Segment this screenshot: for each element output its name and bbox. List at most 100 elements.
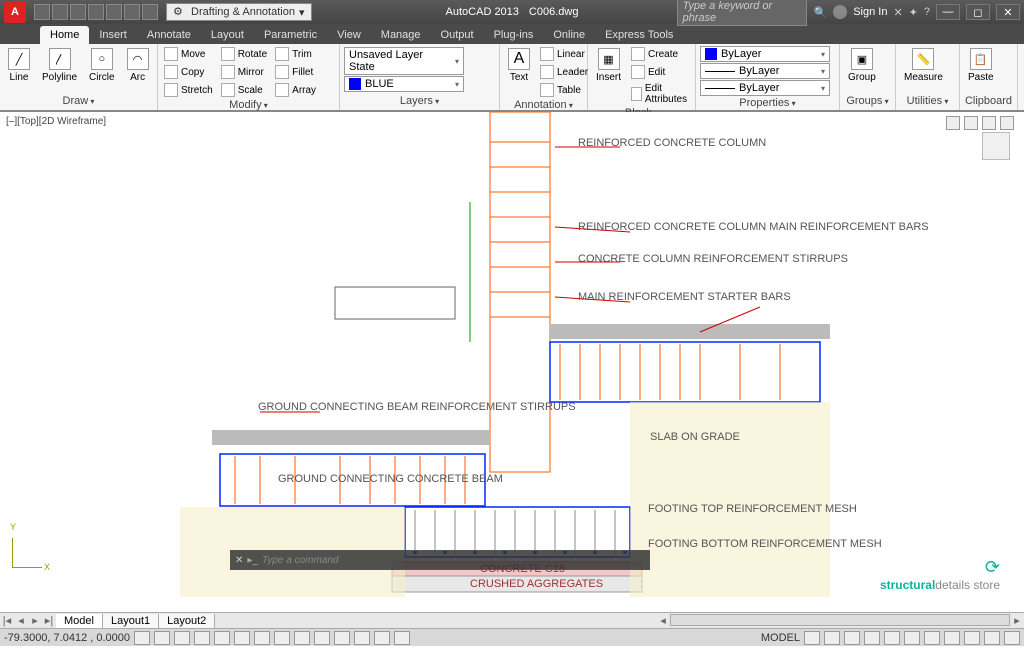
panel-clipboard-label[interactable]: Clipboard [965, 95, 1012, 107]
maximize-button[interactable]: ◻ [966, 4, 990, 20]
edit-block-button[interactable]: Edit [629, 64, 692, 80]
qv-drawings-icon[interactable] [844, 631, 860, 645]
tab-annotate[interactable]: Annotate [137, 26, 201, 44]
qat-save-icon[interactable] [70, 4, 86, 20]
linear-dim-button[interactable]: Linear [538, 46, 590, 62]
hscrollbar[interactable] [670, 614, 1010, 626]
isolate-icon[interactable] [984, 631, 1000, 645]
drawing-area[interactable]: [–][Top][2D Wireframe] [0, 112, 1024, 628]
osnap-toggle[interactable] [214, 631, 230, 645]
lineweight-dropdown[interactable]: ByLayer [700, 63, 830, 79]
3dosnap-toggle[interactable] [234, 631, 250, 645]
am-toggle[interactable] [394, 631, 410, 645]
sc-toggle[interactable] [374, 631, 390, 645]
tab-view[interactable]: View [327, 26, 371, 44]
toolbar-lock-icon[interactable] [944, 631, 960, 645]
tab-insert[interactable]: Insert [89, 26, 137, 44]
tab-layout1[interactable]: Layout1 [103, 614, 159, 628]
tab-parametric[interactable]: Parametric [254, 26, 327, 44]
arc-button[interactable]: ◠Arc [123, 46, 153, 85]
table-button[interactable]: Table [538, 82, 590, 98]
cmd-close-icon[interactable]: ✕ [235, 555, 243, 566]
mirror-button[interactable]: Mirror [219, 64, 269, 80]
hscroll-right-icon[interactable]: ▸ [1010, 614, 1024, 627]
tab-layout[interactable]: Layout [201, 26, 254, 44]
grid-toggle[interactable] [154, 631, 170, 645]
leader-button[interactable]: Leader [538, 64, 590, 80]
create-block-button[interactable]: Create [629, 46, 692, 62]
stretch-button[interactable]: Stretch [162, 82, 215, 98]
help-icon[interactable]: ? [924, 6, 930, 18]
qat-saveas-icon[interactable] [88, 4, 104, 20]
qat-plot-icon[interactable] [106, 4, 122, 20]
tab-model[interactable]: Model [56, 614, 103, 628]
qp-toggle[interactable] [354, 631, 370, 645]
layer-state-dropdown[interactable]: Unsaved Layer State [344, 47, 464, 75]
ortho-toggle[interactable] [174, 631, 190, 645]
layout-next-icon[interactable]: ▸ [28, 614, 42, 627]
qv-layouts-icon[interactable] [824, 631, 840, 645]
qat-new-icon[interactable] [34, 4, 50, 20]
layout-first-icon[interactable]: |◂ [0, 614, 14, 627]
tab-online[interactable]: Online [543, 26, 595, 44]
command-line[interactable]: ✕ ▸_ Type a command [230, 550, 650, 570]
exchange-icon[interactable]: ✕ [893, 6, 902, 19]
stayconnected-icon[interactable]: ✦ [909, 6, 918, 19]
annoauto-icon[interactable] [904, 631, 920, 645]
otrack-toggle[interactable] [254, 631, 270, 645]
move-button[interactable]: Move [162, 46, 215, 62]
qat-open-icon[interactable] [52, 4, 68, 20]
tab-output[interactable]: Output [431, 26, 484, 44]
insert-button[interactable]: ▦Insert [592, 46, 625, 85]
panel-properties-label[interactable]: Properties [739, 97, 795, 109]
current-layer-dropdown[interactable]: BLUE [344, 76, 464, 92]
panel-layers-label[interactable]: Layers [400, 95, 439, 107]
line-button[interactable]: ╱Line [4, 46, 34, 85]
model-space-label[interactable]: MODEL [761, 632, 800, 644]
status-layout-icon[interactable] [804, 631, 820, 645]
panel-draw-label[interactable]: Draw [63, 95, 95, 107]
qat-redo-icon[interactable] [142, 4, 158, 20]
qat-undo-icon[interactable] [124, 4, 140, 20]
trim-button[interactable]: Trim [273, 46, 318, 62]
cleanscreen-icon[interactable] [1004, 631, 1020, 645]
measure-button[interactable]: 📏Measure [900, 46, 947, 85]
tab-manage[interactable]: Manage [371, 26, 431, 44]
group-button[interactable]: ▣Group [844, 46, 880, 85]
layout-last-icon[interactable]: ▸| [42, 614, 56, 627]
scale-button[interactable]: Scale [219, 82, 269, 98]
ws-switch-icon[interactable] [924, 631, 940, 645]
linetype-dropdown[interactable]: ByLayer [700, 80, 830, 96]
help-search-input[interactable]: Type a keyword or phrase [677, 0, 807, 26]
circle-button[interactable]: ○Circle [85, 46, 119, 85]
panel-annotation-label[interactable]: Annotation [514, 99, 573, 111]
paste-button[interactable]: 📋Paste [964, 46, 998, 85]
dyn-toggle[interactable] [294, 631, 310, 645]
hardware-accel-icon[interactable] [964, 631, 980, 645]
hscroll-left-icon[interactable]: ◂ [656, 614, 670, 627]
polar-toggle[interactable] [194, 631, 210, 645]
fillet-button[interactable]: Fillet [273, 64, 318, 80]
search-icon[interactable]: 🔍 [813, 6, 827, 19]
snap-toggle[interactable] [134, 631, 150, 645]
tab-layout2[interactable]: Layout2 [159, 614, 215, 628]
app-logo[interactable]: A [4, 1, 26, 23]
tab-plugins[interactable]: Plug-ins [484, 26, 544, 44]
annoscale-icon[interactable] [864, 631, 880, 645]
panel-utilities-label[interactable]: Utilities [907, 95, 949, 107]
object-color-dropdown[interactable]: ByLayer [700, 46, 830, 62]
edit-attributes-button[interactable]: Edit Attributes [629, 82, 692, 106]
minimize-button[interactable]: — [936, 4, 960, 20]
annovis-icon[interactable] [884, 631, 900, 645]
panel-modify-label[interactable]: Modify [229, 99, 268, 111]
lwt-toggle[interactable] [314, 631, 330, 645]
workspace-dropdown[interactable]: ⚙ Drafting & Annotation ▾ [166, 3, 312, 21]
polyline-button[interactable]: 〳Polyline [38, 46, 81, 85]
close-button[interactable]: ✕ [996, 4, 1020, 20]
text-button[interactable]: AText [504, 46, 534, 85]
tab-home[interactable]: Home [40, 26, 89, 44]
tpy-toggle[interactable] [334, 631, 350, 645]
copy-button[interactable]: Copy [162, 64, 215, 80]
signin-button[interactable]: Sign In [853, 6, 887, 18]
layout-prev-icon[interactable]: ◂ [14, 614, 28, 627]
